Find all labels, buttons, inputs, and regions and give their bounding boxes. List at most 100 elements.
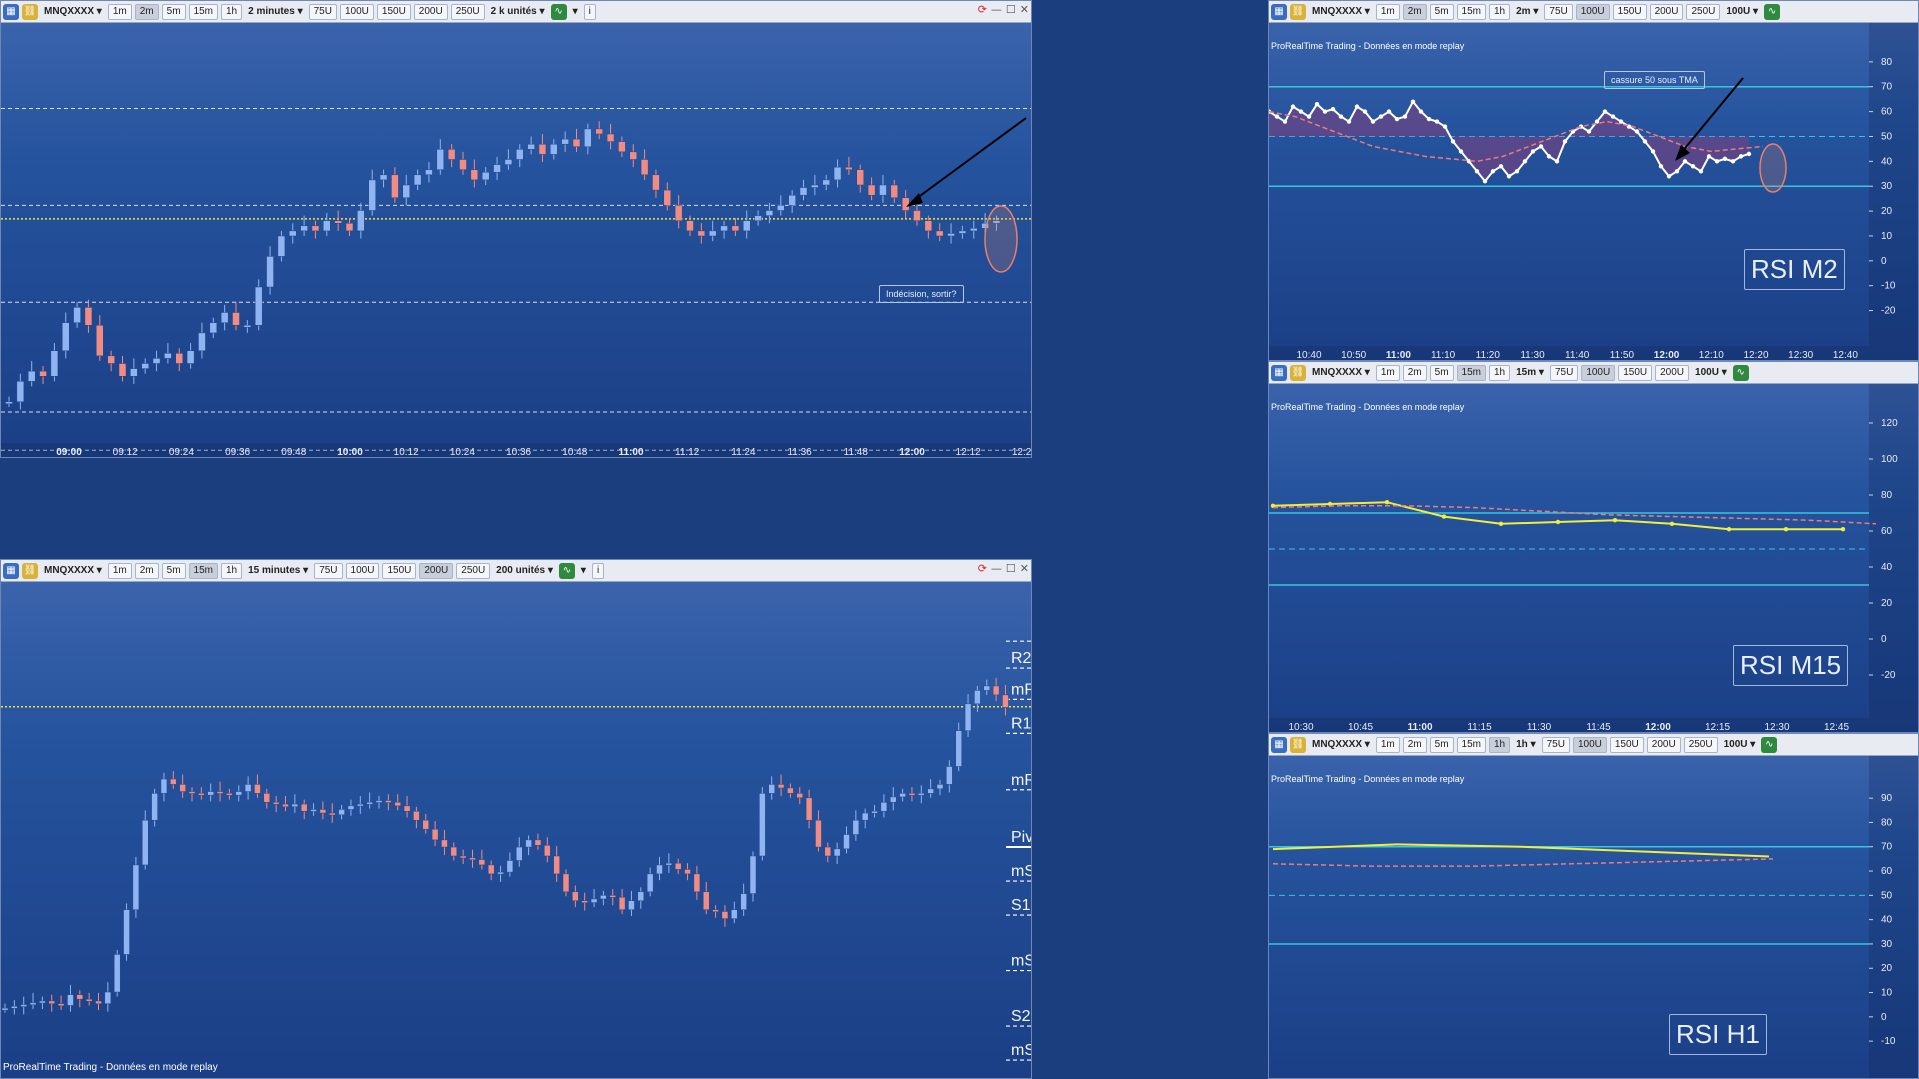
- tf-15m-button[interactable]: 15m: [1456, 736, 1486, 753]
- tf-1m-button[interactable]: 1m: [1375, 364, 1400, 381]
- tf-5m-button[interactable]: 5m: [1429, 736, 1454, 753]
- period-select[interactable]: 2 minutes ▾: [245, 4, 306, 20]
- unit-200-button[interactable]: 200U: [1655, 364, 1690, 381]
- unit-250-button[interactable]: 250U: [1683, 736, 1718, 753]
- tf-15m-button[interactable]: 15m: [1456, 364, 1486, 381]
- indicator-icon[interactable]: ∿: [1761, 736, 1778, 753]
- unit-75-button[interactable]: 75U: [1549, 364, 1579, 381]
- indicator-icon[interactable]: ∿: [1764, 3, 1781, 20]
- tf-5m-button[interactable]: 5m: [161, 3, 186, 20]
- tf-1h-button[interactable]: 1h: [1489, 3, 1511, 20]
- chart-type-icon[interactable]: ▦: [1271, 3, 1287, 20]
- units-select[interactable]: 100U ▾: [1721, 737, 1759, 753]
- refresh-icon[interactable]: ⟳: [978, 562, 987, 575]
- symbol-select[interactable]: MNQXXXX ▾: [1309, 4, 1373, 20]
- unit-150-button[interactable]: 150U: [1612, 3, 1647, 20]
- link-icon[interactable]: ⛓: [22, 562, 38, 579]
- rsi-chart-h1[interactable]: 90 80 70 60 50 40 30 20 10 0 -10: [1269, 756, 1919, 1079]
- chart-type-icon[interactable]: ▦: [1271, 736, 1287, 753]
- maximize-icon[interactable]: ☐: [1006, 562, 1016, 575]
- units-select[interactable]: 100U ▾: [1723, 4, 1761, 20]
- minimize-icon[interactable]: —: [991, 3, 1002, 16]
- unit-200-button[interactable]: 200U: [1646, 736, 1681, 753]
- candle-body: [544, 845, 551, 857]
- rsi-chart-m2[interactable]: 80 70 60 50 40 30 20 10 0 -10 -20 10:40 10:50 11:00 11…: [1269, 23, 1919, 361]
- unit-75-button[interactable]: 75U: [314, 562, 343, 579]
- tf-1m-button[interactable]: 1m: [1375, 3, 1400, 20]
- unit-200-button[interactable]: 200U: [419, 562, 454, 579]
- unit-200-button[interactable]: 200U: [1649, 3, 1684, 20]
- candlestick-chart-2m[interactable]: R2 JmR2 JR1 JHaut (J, Pré)mR1 J11 266,70…: [1, 23, 1032, 458]
- units-select[interactable]: 200 unités ▾: [493, 563, 556, 579]
- tf-1m-button[interactable]: 1m: [107, 562, 132, 579]
- tf-1h-button[interactable]: 1h: [1489, 736, 1511, 753]
- unit-100-button[interactable]: 100U: [1572, 736, 1607, 753]
- unit-75-button[interactable]: 75U: [1544, 3, 1573, 20]
- tf-2m-button[interactable]: 2m: [134, 3, 159, 20]
- symbol-select[interactable]: MNQXXXX ▾: [1309, 737, 1373, 753]
- tf-15m-button[interactable]: 15m: [188, 562, 218, 579]
- indicator-icon[interactable]: ∿: [1732, 364, 1749, 381]
- candle-body: [721, 911, 729, 919]
- unit-75-button[interactable]: 75U: [308, 3, 337, 20]
- link-icon[interactable]: ⛓: [1290, 364, 1306, 381]
- tf-2m-button[interactable]: 2m: [1402, 736, 1427, 753]
- unit-100-button[interactable]: 100U: [339, 3, 374, 20]
- minimize-icon[interactable]: —: [991, 562, 1002, 575]
- tf-1h-button[interactable]: 1h: [221, 3, 243, 20]
- tf-select[interactable]: 2m ▾: [1513, 4, 1541, 20]
- time-tick-label: 11:24: [731, 447, 756, 458]
- unit-250-button[interactable]: 250U: [1686, 3, 1721, 20]
- refresh-icon[interactable]: ⟳: [978, 3, 987, 16]
- period-select[interactable]: 15 minutes ▾: [245, 563, 311, 579]
- tf-15m-button[interactable]: 15m: [188, 3, 218, 20]
- unit-150-button[interactable]: 150U: [382, 562, 417, 579]
- indicator-dropdown[interactable]: ▾: [578, 563, 589, 579]
- indicator-dropdown[interactable]: ▾: [570, 4, 581, 20]
- unit-100-button[interactable]: 100U: [1575, 3, 1610, 20]
- link-icon[interactable]: ⛓: [22, 3, 38, 20]
- tf-1m-button[interactable]: 1m: [107, 3, 132, 20]
- link-icon[interactable]: ⛓: [1290, 3, 1306, 20]
- unit-250-button[interactable]: 250U: [456, 562, 491, 579]
- close-icon[interactable]: ✕: [1020, 562, 1029, 575]
- info-icon[interactable]: i: [591, 562, 605, 579]
- tf-1h-button[interactable]: 1h: [1489, 364, 1511, 381]
- unit-100-button[interactable]: 100U: [345, 562, 380, 579]
- unit-200-button[interactable]: 200U: [413, 3, 448, 20]
- symbol-select[interactable]: MNQXXXX ▾: [1309, 365, 1373, 381]
- unit-150-button[interactable]: 150U: [376, 3, 411, 20]
- tf-2m-button[interactable]: 2m: [1402, 364, 1427, 381]
- info-icon[interactable]: i: [583, 3, 596, 20]
- symbol-select[interactable]: MNQXXXX ▾: [41, 563, 105, 579]
- indicator-icon[interactable]: ∿: [558, 562, 575, 579]
- close-icon[interactable]: ✕: [1020, 3, 1029, 16]
- unit-100-button[interactable]: 100U: [1581, 364, 1616, 381]
- candle-body: [637, 891, 645, 901]
- candlestick-chart-15m[interactable]: R2 J mR2 J R1 J mR1 J Piv J mS1 J S1 J mS2 J S2 …: [1, 582, 1032, 1079]
- unit-75-button[interactable]: 75U: [1541, 736, 1570, 753]
- tf-1m-button[interactable]: 1m: [1375, 736, 1400, 753]
- tf-2m-button[interactable]: 2m: [1402, 3, 1427, 20]
- tf-5m-button[interactable]: 5m: [1429, 364, 1454, 381]
- tf-1h-button[interactable]: 1h: [221, 562, 243, 579]
- tf-5m-button[interactable]: 5m: [1429, 3, 1454, 20]
- chart-type-icon[interactable]: ▦: [1271, 364, 1287, 381]
- tf-2m-button[interactable]: 2m: [134, 562, 159, 579]
- rsi-point: [1498, 521, 1504, 526]
- unit-250-button[interactable]: 250U: [450, 3, 485, 20]
- units-select[interactable]: 100U ▾: [1692, 365, 1730, 381]
- unit-150-button[interactable]: 150U: [1618, 364, 1653, 381]
- unit-150-button[interactable]: 150U: [1609, 736, 1644, 753]
- tf-select[interactable]: 15m ▾: [1513, 365, 1547, 381]
- maximize-icon[interactable]: ☐: [1006, 3, 1016, 16]
- indicator-icon[interactable]: ∿: [550, 3, 567, 20]
- tf-select[interactable]: 1h ▾: [1513, 737, 1538, 753]
- symbol-select[interactable]: MNQXXXX ▾: [41, 4, 105, 20]
- tf-5m-button[interactable]: 5m: [161, 562, 186, 579]
- link-icon[interactable]: ⛓: [1290, 736, 1306, 753]
- chart-type-icon[interactable]: ▦: [3, 562, 19, 579]
- units-select[interactable]: 2 k unités ▾: [488, 4, 548, 20]
- tf-15m-button[interactable]: 15m: [1456, 3, 1486, 20]
- chart-type-icon[interactable]: ▦: [3, 3, 19, 20]
